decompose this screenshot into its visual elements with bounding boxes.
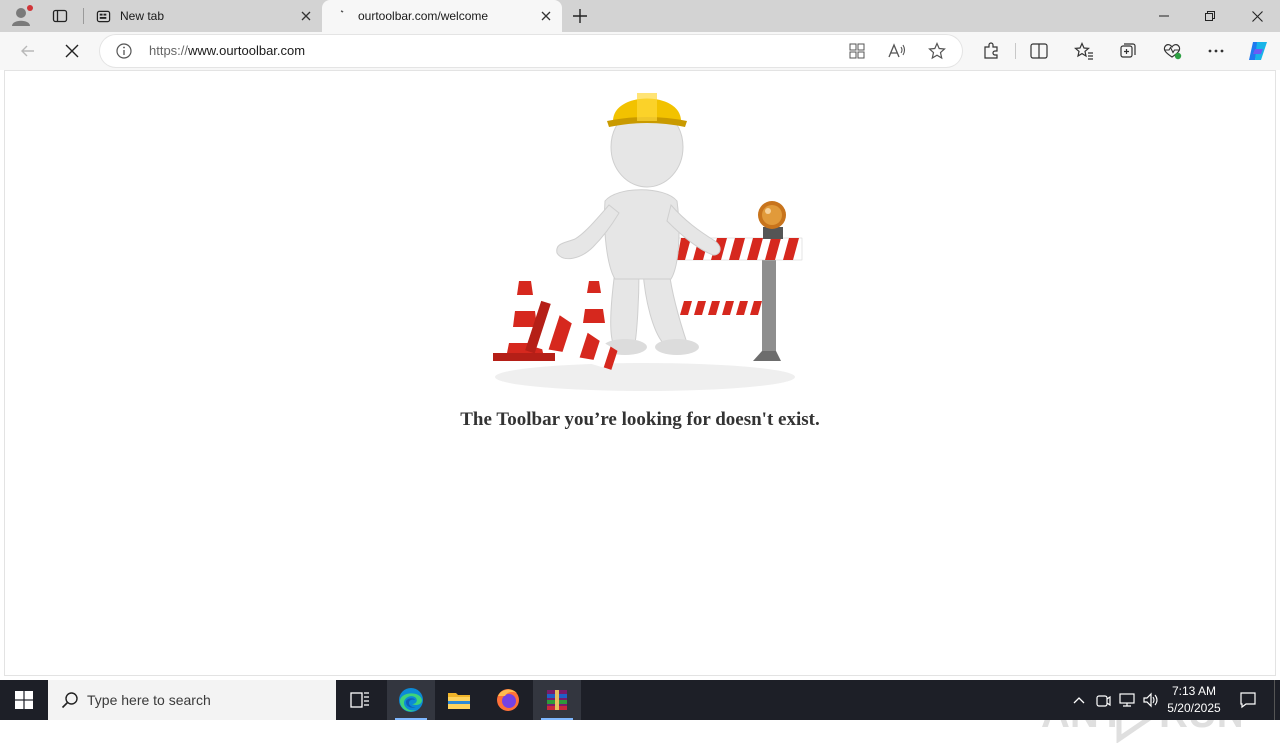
search-icon [61, 691, 79, 709]
clock-time: 7:13 AM [1171, 684, 1217, 698]
edge-icon[interactable] [387, 680, 435, 720]
loading-icon [333, 8, 349, 24]
search-placeholder: Type here to search [87, 692, 211, 708]
browser-essentials-icon[interactable] [1162, 41, 1182, 61]
back-button[interactable] [14, 37, 42, 65]
meet-now-icon[interactable] [1094, 680, 1112, 720]
start-button[interactable] [0, 680, 48, 720]
tab-title: ourtoolbar.com/welcome [358, 9, 489, 23]
copilot-icon[interactable] [1246, 39, 1270, 63]
read-aloud-icon[interactable] [887, 41, 907, 61]
favorites-icon[interactable] [1074, 41, 1094, 61]
volume-icon[interactable] [1141, 680, 1161, 720]
newtab-page-icon [95, 8, 111, 24]
address-bar[interactable]: https://www.ourtoolbar.com [100, 35, 962, 67]
taskbar-search-box[interactable]: Type here to search [48, 680, 336, 720]
network-icon[interactable] [1117, 680, 1137, 720]
windows-logo-icon [15, 691, 33, 709]
split-screen-icon[interactable] [1029, 41, 1049, 61]
close-tab-icon[interactable] [298, 8, 314, 24]
extensions-icon[interactable] [981, 41, 1001, 61]
settings-more-icon[interactable] [1206, 41, 1226, 61]
stop-loading-button[interactable] [58, 37, 86, 65]
winrar-icon[interactable] [533, 680, 581, 720]
error-message: The Toolbar you’re looking for doesn't e… [460, 409, 820, 430]
tab-actions-menu-icon[interactable] [46, 4, 74, 28]
show-hidden-icons-chevron-icon[interactable] [1070, 680, 1088, 720]
taskbar-clock[interactable]: 7:13 AM 5/20/2025 [1162, 683, 1226, 717]
under-construction-illustration [485, 81, 805, 397]
url-host: www.ourtoolbar.com [188, 43, 306, 58]
file-explorer-icon[interactable] [435, 680, 483, 720]
notification-center-icon[interactable] [1236, 680, 1260, 720]
minimize-button[interactable] [1141, 0, 1187, 32]
toolbar-divider [1015, 43, 1016, 59]
windows-taskbar: Type here to search 7:13 AM 5/20/2025 [0, 680, 1280, 720]
show-desktop-button[interactable] [1274, 680, 1275, 720]
task-view-icon[interactable] [336, 680, 384, 720]
firefox-icon[interactable] [484, 680, 532, 720]
restore-button[interactable] [1187, 0, 1233, 32]
clock-date: 5/20/2025 [1167, 701, 1221, 715]
close-window-button[interactable] [1234, 0, 1280, 32]
tab-ourtoolbar[interactable]: ourtoolbar.com/welcome [322, 0, 562, 32]
close-tab-icon[interactable] [538, 8, 554, 24]
tab-strip: New tab ourtoolbar.com/welcome [0, 0, 1280, 32]
url-scheme: https:// [149, 43, 189, 58]
browser-toolbar: https://www.ourtoolbar.com [0, 32, 1280, 70]
page-viewport: The Toolbar you’re looking for doesn't e… [4, 70, 1276, 744]
collections-icon[interactable] [1118, 41, 1138, 61]
new-tab-button[interactable] [568, 4, 592, 28]
favorite-star-icon[interactable] [927, 41, 947, 61]
tab-new-tab[interactable]: New tab [84, 0, 322, 32]
site-info-icon[interactable] [116, 43, 132, 59]
tab-title: New tab [120, 9, 165, 23]
app-available-icon[interactable] [847, 41, 867, 61]
profile-avatar-icon[interactable] [8, 4, 34, 28]
url-text[interactable]: https://www.ourtoolbar.com [149, 43, 305, 58]
